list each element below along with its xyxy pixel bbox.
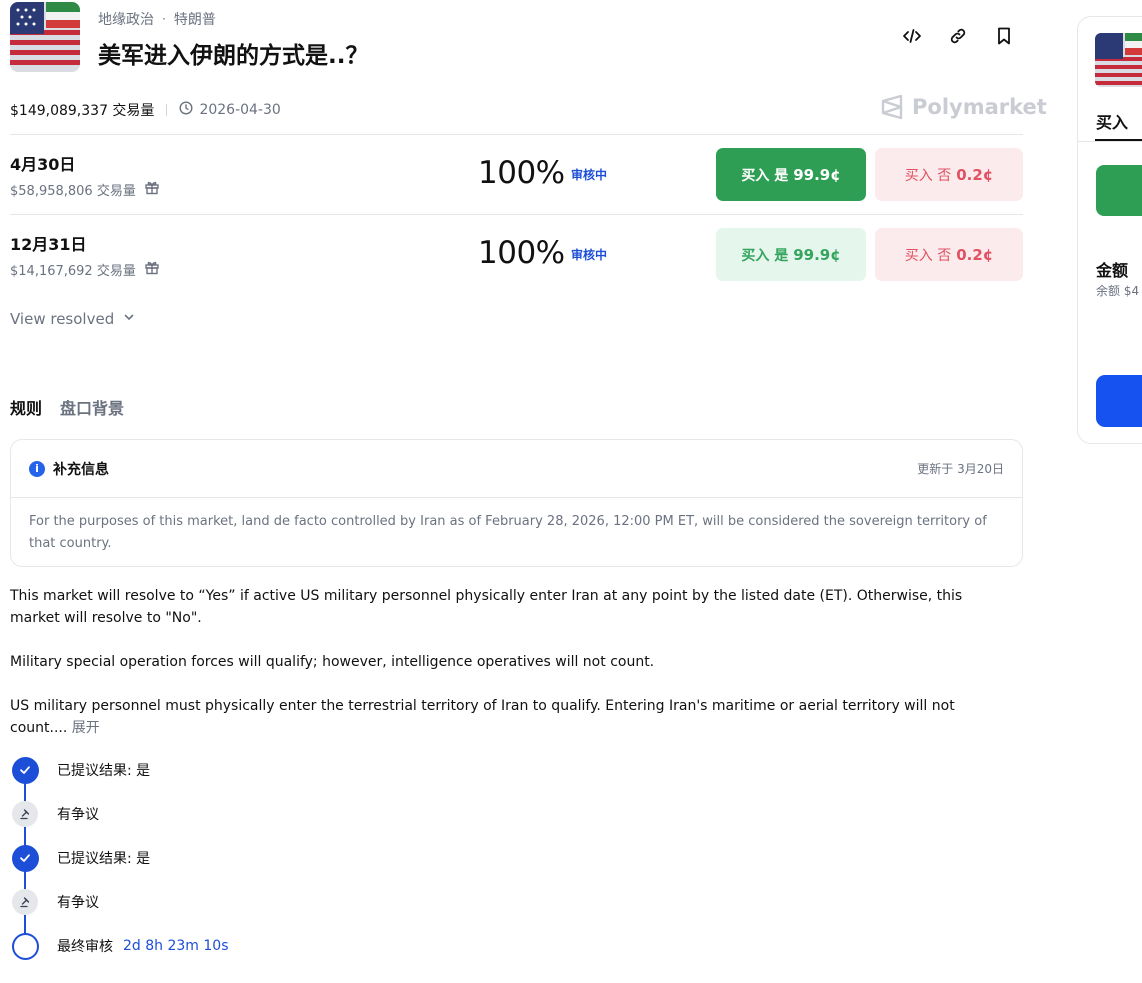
end-date: 2026-04-30 <box>179 101 281 119</box>
buy-yes-button[interactable]: 买入 是 99.9¢ <box>716 148 866 201</box>
brand-name: Polymarket <box>912 95 1047 119</box>
trade-panel-market-image <box>1095 33 1142 87</box>
buy-no-label: 买入 否 <box>904 247 952 264</box>
buy-no-label: 买入 否 <box>904 167 952 184</box>
timeline-step: 已提议结果: 是 <box>10 755 150 785</box>
check-circle-icon <box>11 844 39 872</box>
timeline-marker <box>10 887 40 917</box>
info-card-title-text: 补充信息 <box>53 461 109 478</box>
buy-yes-label: 买入 是 <box>741 247 789 264</box>
market-image <box>10 2 80 72</box>
tab-divider <box>1078 141 1142 142</box>
breadcrumb-tag[interactable]: 特朗普 <box>174 9 216 29</box>
timeline-label: 最终审核 <box>57 939 113 955</box>
rules-text: This market will resolve to “Yes” if act… <box>10 585 990 761</box>
outcome-row[interactable]: 12月31日 $14,167,692 交易量 100% 审核中 买入 是 99.… <box>10 215 1023 295</box>
countdown-timer: 2d 8h 23m 10s <box>123 938 229 954</box>
info-card-updated: 更新于 3月20日 <box>917 462 1004 476</box>
info-icon: i <box>29 460 45 477</box>
timeline-label: 有争议 <box>57 895 99 911</box>
trade-panel: 买入 金额 余额 $4 <box>1077 16 1142 444</box>
end-date-text: 2026-04-30 <box>199 102 281 118</box>
timeline-marker <box>10 931 40 961</box>
timeline-marker <box>10 755 40 785</box>
total-volume: $149,089,337 交易量 <box>10 103 155 119</box>
rules-paragraph: Military special operation forces will q… <box>10 654 655 670</box>
open-circle-icon <box>11 932 39 960</box>
outcome-volume: $58,958,806 交易量 <box>10 179 160 199</box>
breadcrumb-category[interactable]: 地缘政治 <box>98 9 154 29</box>
view-resolved-toggle[interactable]: View resolved <box>10 310 136 328</box>
stats-divider <box>166 104 168 116</box>
market-stats: $149,089,337 交易量 2026-04-30 <box>10 100 281 120</box>
buy-no-button[interactable]: 买入 否 0.2¢ <box>875 148 1023 201</box>
buy-no-price: 0.2¢ <box>956 245 994 264</box>
rules-paragraph: US military personnel must physically en… <box>10 695 990 739</box>
timeline-step: 已提议结果: 是 <box>10 843 150 873</box>
timeline-label: 已提议结果: 是 <box>57 763 151 779</box>
amount-label: 金额 <box>1096 261 1129 280</box>
resolution-timeline: 已提议结果: 是 有争议 已提议结果: 是 有争议 最终审核 2d 8h 23m… <box>10 755 410 975</box>
outcome-row[interactable]: 4月30日 $58,958,806 交易量 100% 审核中 买入 是 99.9… <box>10 135 1023 215</box>
outcome-volume: $14,167,692 交易量 <box>10 259 160 279</box>
timeline-step: 有争议 <box>10 799 99 829</box>
polymarket-logo: Polymarket <box>880 94 1047 120</box>
page-title: 美军进入伊朗的方式是..？ <box>98 43 369 69</box>
additional-info-card: i 补充信息 更新于 3月20日 For the purposes of thi… <box>10 439 1023 567</box>
gift-icon[interactable] <box>144 259 160 279</box>
outcome-volume-text: $58,958,806 交易量 <box>10 183 136 199</box>
info-card-header: i 补充信息 更新于 3月20日 <box>11 440 1022 498</box>
gift-icon[interactable] <box>144 179 160 199</box>
tab-market-context[interactable]: 盘口背景 <box>60 395 124 419</box>
buy-yes-label: 买入 是 <box>741 167 789 184</box>
review-status-badge: 审核中 <box>571 168 608 182</box>
buy-yes-price: 99.9¢ <box>793 245 841 264</box>
header-actions <box>900 24 1016 48</box>
gavel-icon <box>12 889 38 915</box>
outcome-volume-text: $14,167,692 交易量 <box>10 263 136 279</box>
rules-paragraph: This market will resolve to “Yes” if act… <box>10 588 963 626</box>
info-card-title: i 补充信息 <box>29 459 109 479</box>
outcome-percent: 100% <box>478 235 565 271</box>
breadcrumb: 地缘政治 · 特朗普 <box>98 9 216 29</box>
timeline-marker <box>10 799 40 829</box>
review-status-badge: 审核中 <box>571 248 608 262</box>
timeline-label: 有争议 <box>57 807 99 823</box>
trade-submit-button[interactable] <box>1096 375 1142 427</box>
outcome-yes-button[interactable] <box>1096 165 1142 216</box>
outcome-percent: 100% <box>478 155 565 191</box>
clock-icon <box>179 101 193 119</box>
tab-rules[interactable]: 规则 <box>10 395 42 419</box>
info-card-body: For the purposes of this market, land de… <box>29 514 987 551</box>
tab-buy[interactable]: 买入 <box>1096 109 1128 133</box>
bookmark-icon[interactable] <box>992 24 1016 48</box>
expand-link[interactable]: 展开 <box>72 720 100 736</box>
rules-paragraph-text: US military personnel must physically en… <box>10 698 955 736</box>
link-icon[interactable] <box>946 24 970 48</box>
chevron-down-icon <box>122 310 136 328</box>
buy-yes-button[interactable]: 买入 是 99.9¢ <box>716 228 866 281</box>
info-tabs: 规则 盘口背景 <box>10 395 124 419</box>
view-resolved-label: View resolved <box>10 310 115 328</box>
breadcrumb-separator: · <box>162 12 166 26</box>
outcome-name: 12月31日 <box>10 235 87 254</box>
timeline-marker <box>10 843 40 873</box>
balance-label: 余额 $4 <box>1096 284 1140 298</box>
outcome-name: 4月30日 <box>10 155 76 174</box>
gavel-icon <box>12 801 38 827</box>
check-circle-icon <box>11 756 39 784</box>
timeline-step: 有争议 <box>10 887 99 917</box>
timeline-label: 已提议结果: 是 <box>57 851 151 867</box>
buy-no-button[interactable]: 买入 否 0.2¢ <box>875 228 1023 281</box>
embed-icon[interactable] <box>900 24 924 48</box>
buy-no-price: 0.2¢ <box>956 165 994 184</box>
buy-yes-price: 99.9¢ <box>793 165 841 184</box>
timeline-step: 最终审核 2d 8h 23m 10s <box>10 931 229 961</box>
